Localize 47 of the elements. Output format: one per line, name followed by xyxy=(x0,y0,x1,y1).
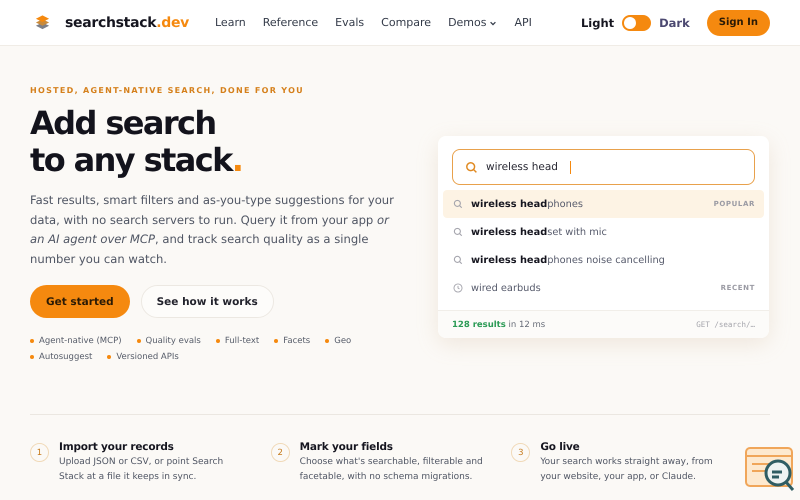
step-description: Your search works straight away, from your website, your app, or Claude. xyxy=(540,456,714,484)
nav-link[interactable]: Demos xyxy=(448,16,498,29)
feature-tag: Facets xyxy=(274,336,310,346)
results-summary: 128 results in 12 ms xyxy=(452,320,546,330)
feature-tag: Autosuggest xyxy=(30,352,92,362)
layers-logo-icon xyxy=(34,14,51,31)
hero-heading: Add search to any stack. xyxy=(30,105,244,179)
nav-link[interactable]: Compare xyxy=(381,16,432,29)
how-it-works-button[interactable]: See how it works xyxy=(140,285,274,318)
get-started-button[interactable]: Get started xyxy=(30,285,130,318)
feature-tag: Agent-native (MCP) xyxy=(30,336,122,346)
feature-tag: Full-text xyxy=(216,336,260,346)
search-widget-icon[interactable] xyxy=(744,446,796,492)
nav-link[interactable]: API xyxy=(514,16,532,29)
sign-in-button[interactable]: Sign In xyxy=(706,10,770,36)
feature-tag: Quality evals xyxy=(136,336,201,346)
step-description: Choose what's searchable, filterable and facetable, with no schema migrations. xyxy=(300,456,484,484)
hero-description: Fast results, smart filters and as-you-type suggestions for your data, with no search servers to run. Query it from your app or an AI agent over MCP, and track search quality as a single number you can watch. xyxy=(30,192,395,268)
suggestion-text: wireless headset with mic xyxy=(471,226,607,238)
step-title: Import your records xyxy=(59,441,175,453)
search-field[interactable]: wireless head xyxy=(452,149,755,185)
step-title: Go live xyxy=(540,441,581,453)
search-icon xyxy=(465,160,478,174)
step-number: 2 xyxy=(270,443,290,462)
feature-tag: Versioned APIs xyxy=(107,352,179,362)
eyebrow-text: HOSTED, AGENT-NATIVE SEARCH, DONE FOR YOU xyxy=(30,86,305,95)
suggestion-text: wireless headphones noise cancelling xyxy=(471,254,665,266)
step-title: Mark your fields xyxy=(300,441,394,453)
nav-link[interactable]: Learn xyxy=(215,16,246,29)
search-icon xyxy=(453,199,463,209)
nav-link[interactable]: Reference xyxy=(262,16,318,29)
light-label: Light xyxy=(580,16,614,30)
brand-name[interactable]: searchstack.dev xyxy=(65,14,189,30)
suggestion-text: wireless headphones xyxy=(471,198,583,210)
suggestion-item[interactable]: wireless headphones noise cancelling xyxy=(443,246,764,274)
dark-label: Dark xyxy=(659,16,690,30)
step-number: 1 xyxy=(30,443,49,462)
theme-toggle[interactable] xyxy=(622,14,652,30)
step-number: 3 xyxy=(511,443,530,462)
search-icon xyxy=(453,255,463,265)
clock-icon xyxy=(453,283,463,293)
search-icon xyxy=(453,227,463,237)
step-description: Upload JSON or CSV, or point Search Stack at a file it keeps in sync. xyxy=(59,456,224,484)
suggestion-text: wired earbuds xyxy=(471,282,541,294)
suggestion-item[interactable]: wireless headset with mic xyxy=(443,218,764,246)
feature-tag: Geo xyxy=(325,336,352,346)
nav-link[interactable]: Evals xyxy=(335,16,364,29)
